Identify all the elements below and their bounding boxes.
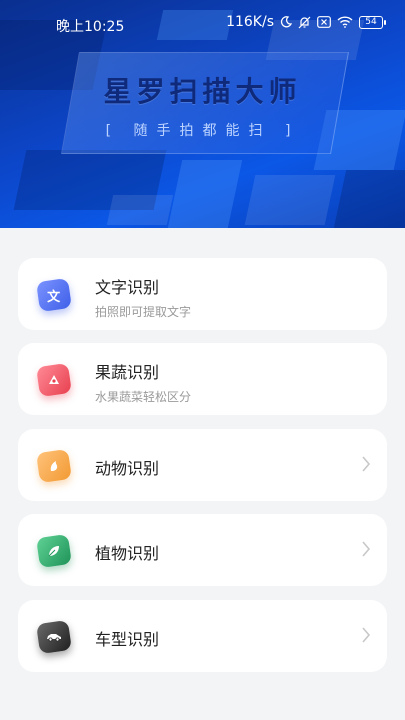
feature-card-animal-recognition[interactable]: 动物识别: [18, 429, 387, 501]
feature-title: 植物识别: [95, 544, 160, 563]
feature-title: 文字识别: [95, 278, 160, 297]
app-title: 星罗扫描大师: [103, 75, 302, 108]
chevron-right-icon: [362, 541, 371, 557]
feature-subtitle: 拍照即可提取文字: [95, 305, 192, 319]
sim-off-icon: [317, 16, 331, 28]
mute-bell-icon: [298, 16, 311, 29]
moon-icon: [280, 16, 292, 28]
text-recognition-icon: 文: [36, 277, 72, 313]
feature-title: 车型识别: [95, 630, 160, 649]
feature-title: 动物识别: [95, 459, 160, 478]
wifi-icon: [337, 16, 353, 28]
feature-subtitle: 水果蔬菜轻松区分: [95, 390, 192, 404]
battery-icon: 54: [359, 15, 386, 29]
feature-card-plant-recognition[interactable]: 植物识别: [18, 514, 387, 586]
feature-list: 文 文字识别 拍照即可提取文字 果蔬识别 水果蔬菜轻松区分 动物识别 植物识别: [0, 228, 405, 720]
fruit-icon: [36, 362, 72, 398]
chevron-right-icon: [362, 456, 371, 472]
text-glyph: 文: [47, 289, 61, 305]
status-time: 晚上10:25: [56, 19, 125, 35]
feature-card-car-recognition[interactable]: 车型识别: [18, 600, 387, 672]
chevron-right-icon: [362, 627, 371, 643]
plant-icon: [36, 533, 72, 569]
network-speed: 116K/s: [226, 14, 274, 30]
car-icon: [36, 619, 72, 655]
feature-card-text-recognition[interactable]: 文 文字识别 拍照即可提取文字: [18, 258, 387, 330]
status-bar: 晚上10:25 116K/s 54: [0, 0, 405, 48]
animal-icon: [36, 448, 72, 484]
feature-title: 果蔬识别: [95, 363, 160, 382]
app-slogan: [ 随手拍都能扫 ]: [105, 123, 300, 139]
feature-card-fruit-recognition[interactable]: 果蔬识别 水果蔬菜轻松区分: [18, 343, 387, 415]
